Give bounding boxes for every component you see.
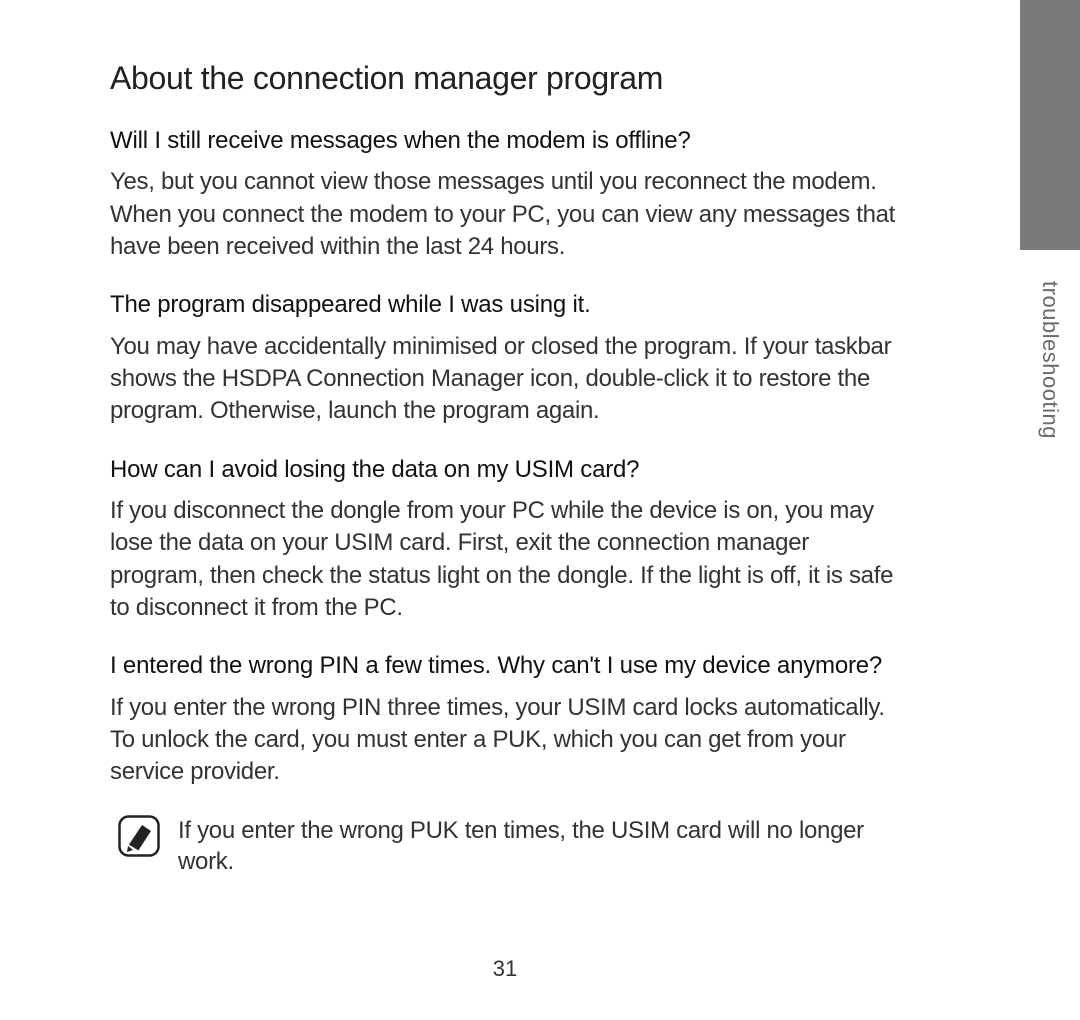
page-number: 31 [0, 956, 1010, 982]
side-tab-text: troubleshooting [1037, 281, 1063, 439]
answer-text: If you enter the wrong PIN three times, … [110, 692, 900, 789]
note-row: If you enter the wrong PUK ten times, th… [110, 815, 900, 877]
question-text: Will I still receive messages when the m… [110, 125, 900, 156]
answer-text: You may have accidentally minimised or c… [110, 331, 900, 428]
qa-block: I entered the wrong PIN a few times. Why… [110, 650, 900, 788]
side-tab-dark [1020, 0, 1080, 250]
question-text: I entered the wrong PIN a few times. Why… [110, 650, 900, 681]
question-text: How can I avoid losing the data on my US… [110, 454, 900, 485]
question-text: The program disappeared while I was usin… [110, 289, 900, 320]
answer-text: Yes, but you cannot view those messages … [110, 166, 900, 263]
note-icon [118, 815, 160, 857]
note-text: If you enter the wrong PUK ten times, th… [178, 815, 900, 877]
qa-block: The program disappeared while I was usin… [110, 289, 900, 427]
page-content: About the connection manager program Wil… [0, 0, 1010, 877]
side-tab-label: troubleshooting [1020, 250, 1080, 470]
page-title: About the connection manager program [110, 60, 900, 97]
qa-block: Will I still receive messages when the m… [110, 125, 900, 263]
qa-block: How can I avoid losing the data on my US… [110, 454, 900, 625]
answer-text: If you disconnect the dongle from your P… [110, 495, 900, 625]
